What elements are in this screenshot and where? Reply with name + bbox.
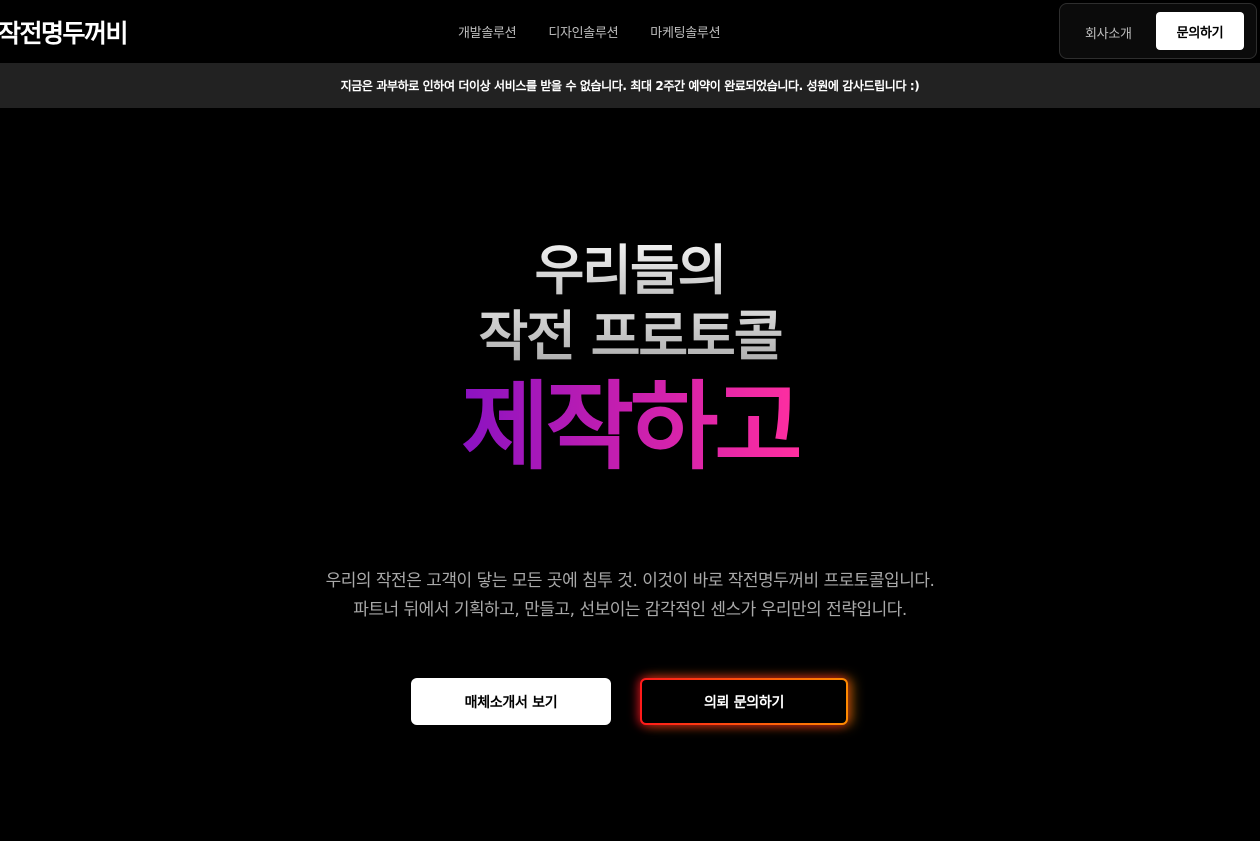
request-inquiry-button[interactable]: 의뢰 문의하기 [640, 678, 848, 725]
hero-description-line1: 우리의 작전은 고객이 닿는 모든 곳에 침투 것. 이것이 바로 작전명두꺼비… [325, 571, 935, 591]
nav-marketing-solution[interactable]: 마케팅솔루션 [650, 22, 720, 41]
hero-description-line2: 파트너 뒤에서 기획하고, 만들고, 선보이는 감각적인 센스가 우리만의 전략… [353, 600, 907, 620]
hero-title-highlight-text: 제작하고 [461, 370, 802, 483]
contact-button[interactable]: 문의하기 [1156, 12, 1244, 50]
nav-dev-solution[interactable]: 개발솔루션 [458, 22, 517, 41]
media-kit-button[interactable]: 매체소개서 보기 [411, 678, 611, 725]
notice-text: 지금은 과부하로 인하여 더이상 서비스를 받을 수 없습니다. 최대 2주간 … [340, 79, 920, 93]
notice-bar: 지금은 과부하로 인하여 더이상 서비스를 받을 수 없습니다. 최대 2주간 … [0, 63, 1260, 108]
about-link[interactable]: 회사소개 [1085, 23, 1132, 42]
hero-title-highlight: 제작하고 [0, 374, 1260, 480]
hero-title-line2: 작전 프로토콜 [0, 292, 1260, 371]
site-logo[interactable]: 작전명두꺼비 [0, 14, 129, 50]
header-actions: 회사소개 문의하기 [1059, 3, 1257, 59]
site-header: 작전명두꺼비 개발솔루션 디자인솔루션 마케팅솔루션 회사소개 문의하기 [0, 0, 1260, 63]
main-nav: 개발솔루션 디자인솔루션 마케팅솔루션 [458, 22, 721, 41]
page: 작전명두꺼비 개발솔루션 디자인솔루션 마케팅솔루션 회사소개 문의하기 지금은… [0, 0, 1260, 841]
nav-design-solution[interactable]: 디자인솔루션 [548, 22, 618, 41]
